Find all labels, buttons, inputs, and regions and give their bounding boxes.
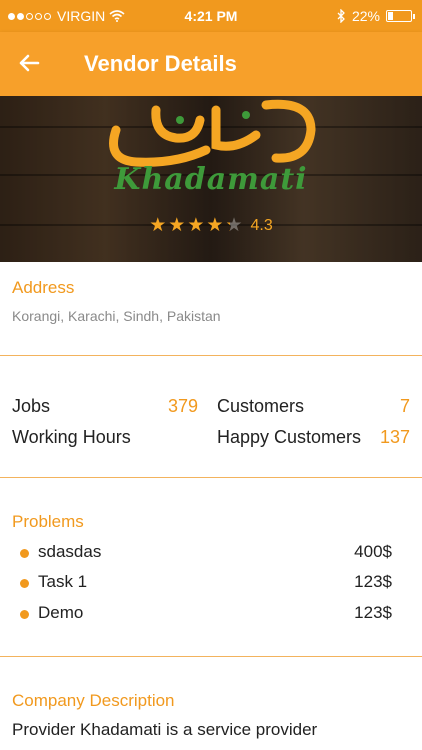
happy-customers-label: Happy Customers bbox=[217, 427, 362, 447]
rating: ★ ★ ★ ★ ★ 4.3 bbox=[0, 216, 422, 235]
customers-value: 7 bbox=[399, 396, 410, 416]
bullet-icon bbox=[20, 610, 29, 619]
star-icon: ★ bbox=[206, 215, 224, 236]
rating-value: 4.3 bbox=[250, 216, 273, 234]
brand-name: Khadamati bbox=[114, 162, 308, 197]
problem-price: 400$ bbox=[354, 542, 392, 561]
problem-price: 123$ bbox=[354, 603, 392, 622]
address-text: Korangi, Karachi, Sindh, Pakistan bbox=[12, 308, 221, 324]
bluetooth-icon bbox=[337, 9, 345, 23]
divider bbox=[0, 477, 422, 478]
star-icon: ★ bbox=[149, 215, 167, 236]
address-label: Address bbox=[12, 278, 75, 297]
jobs-label: Jobs bbox=[12, 396, 51, 416]
problem-name: Demo bbox=[38, 603, 84, 622]
company-description-text: Provider Khadamati is a service provider bbox=[12, 720, 318, 739]
problem-name: Task 1 bbox=[38, 572, 88, 591]
list-item: Task 1 123$ bbox=[20, 572, 392, 596]
company-description-label: Company Description bbox=[12, 691, 175, 710]
problem-price: 123$ bbox=[354, 572, 392, 591]
bullet-icon bbox=[20, 579, 29, 588]
back-arrow-icon[interactable] bbox=[14, 48, 44, 78]
page-title: Vendor Details bbox=[84, 51, 237, 76]
list-item: sdasdas 400$ bbox=[20, 542, 392, 566]
divider bbox=[0, 656, 422, 657]
divider bbox=[0, 355, 422, 356]
list-item: Demo 123$ bbox=[20, 603, 392, 627]
battery-percent: 22% bbox=[351, 8, 380, 24]
jobs-value: 379 bbox=[167, 396, 198, 416]
happy-customers-value: 137 bbox=[379, 427, 410, 447]
bullet-icon bbox=[20, 549, 29, 558]
app-bar: Vendor Details bbox=[0, 32, 422, 96]
star-icon: ★ bbox=[168, 215, 186, 236]
status-right: 22% bbox=[337, 8, 415, 24]
vendor-banner: Khadamati ★ ★ ★ ★ ★ 4.3 bbox=[0, 96, 422, 262]
battery-icon bbox=[386, 10, 415, 22]
rating-stars: ★ ★ ★ ★ ★ bbox=[149, 216, 242, 235]
status-bar: VIRGIN 4:21 PM 22% bbox=[0, 0, 422, 32]
star-icon: ★ bbox=[187, 215, 205, 236]
problem-name: sdasdas bbox=[38, 542, 102, 561]
customers-label: Customers bbox=[217, 396, 305, 416]
working-hours-label: Working Hours bbox=[12, 427, 131, 447]
problems-label: Problems bbox=[12, 512, 84, 531]
star-icon: ★ bbox=[225, 215, 243, 236]
